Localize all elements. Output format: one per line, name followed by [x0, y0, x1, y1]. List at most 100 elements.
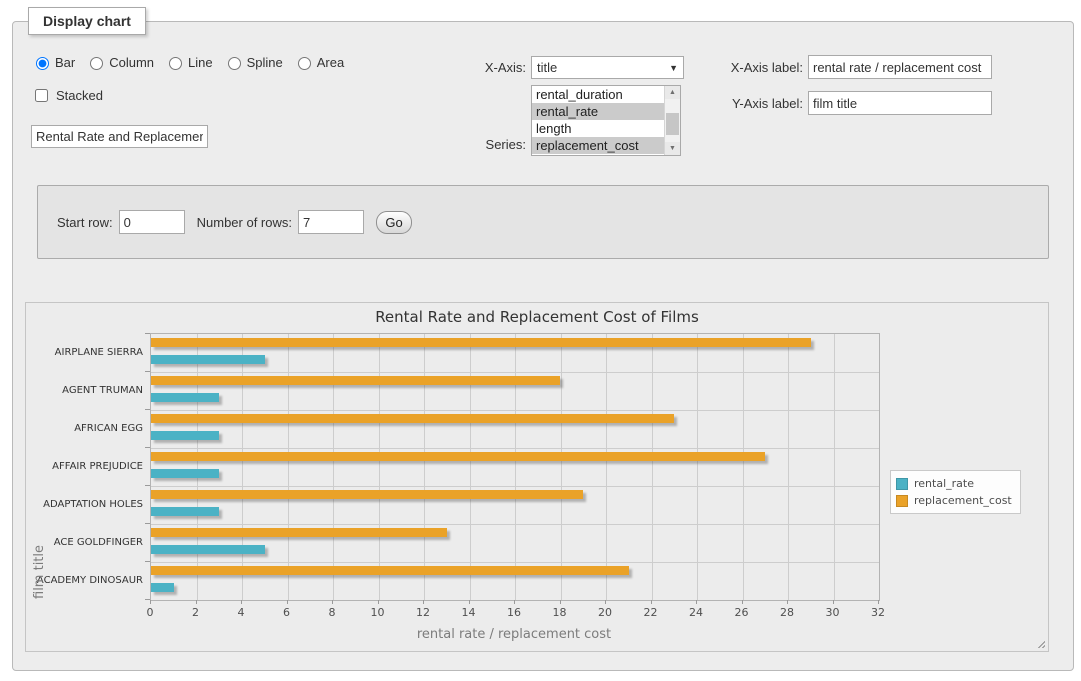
x-tickmark — [514, 600, 515, 604]
gridline — [151, 524, 879, 525]
legend-entry-replacement_cost: replacement_cost — [896, 492, 1012, 509]
bar-rental_rate[interactable] — [151, 431, 219, 440]
bar-rental_rate[interactable] — [151, 507, 219, 516]
series-row: Series: rental_durationrental_ratelength… — [466, 85, 681, 156]
x-axis-select[interactable]: title ▼ — [531, 56, 684, 79]
x-tickmark — [378, 600, 379, 604]
chart-type-radio-bar[interactable] — [36, 57, 49, 70]
chart-type-option-bar[interactable]: Bar — [31, 54, 75, 70]
chart-type-label: Spline — [247, 55, 283, 70]
bar-replacement_cost[interactable] — [151, 376, 560, 385]
resize-handle-icon[interactable] — [1035, 638, 1045, 648]
gridline — [652, 334, 653, 600]
x-tickmark — [651, 600, 652, 604]
stacked-checkbox-row[interactable]: Stacked — [31, 86, 103, 105]
x-tick-label: 20 — [590, 606, 620, 619]
num-rows-label: Number of rows: — [197, 215, 292, 230]
x-tickmark — [241, 600, 242, 604]
scroll-up-icon[interactable]: ▲ — [665, 86, 680, 99]
bar-rental_rate[interactable] — [151, 393, 219, 402]
gridline — [743, 334, 744, 600]
chart-type-radio-line[interactable] — [169, 57, 182, 70]
scrollbar-thumb[interactable] — [666, 113, 679, 135]
series-label-text: Series: — [466, 137, 526, 156]
bar-replacement_cost[interactable] — [151, 452, 765, 461]
chevron-down-icon: ▼ — [669, 63, 678, 73]
y-axis-title: film title — [32, 333, 47, 599]
legend-swatch-icon — [896, 495, 908, 507]
series-option-rental_duration[interactable]: rental_duration — [532, 86, 664, 103]
start-row-input[interactable] — [119, 210, 185, 234]
chart-type-option-line[interactable]: Line — [164, 54, 213, 70]
plot-area — [150, 333, 880, 601]
fieldset-legend: Display chart — [28, 7, 146, 35]
x-tickmark — [469, 600, 470, 604]
x-tickmark — [423, 600, 424, 604]
stacked-checkbox[interactable] — [35, 89, 48, 102]
y-tickmark — [145, 371, 150, 372]
chart-type-radio-area[interactable] — [298, 57, 311, 70]
gridline — [606, 334, 607, 600]
go-button[interactable]: Go — [376, 211, 412, 234]
gridline — [424, 334, 425, 600]
x-tickmark — [196, 600, 197, 604]
bar-replacement_cost[interactable] — [151, 490, 583, 499]
y-tickmark — [145, 561, 150, 562]
chart-type-label: Area — [317, 55, 344, 70]
y-tickmark — [145, 485, 150, 486]
series-option-rental_rate[interactable]: rental_rate — [532, 103, 664, 120]
gridline — [379, 334, 380, 600]
x-tickmark — [560, 600, 561, 604]
bar-replacement_cost[interactable] — [151, 566, 629, 575]
bar-rental_rate[interactable] — [151, 545, 265, 554]
x-tickmark — [833, 600, 834, 604]
chart-type-radio-spline[interactable] — [228, 57, 241, 70]
bar-replacement_cost[interactable] — [151, 414, 674, 423]
display-chart-fieldset: Display chart BarColumnLineSplineArea St… — [12, 21, 1074, 671]
x-axis-selected-value: title — [537, 60, 557, 75]
gridline — [242, 334, 243, 600]
x-tick-label: 8 — [317, 606, 347, 619]
scroll-down-icon[interactable]: ▼ — [665, 142, 680, 155]
bar-rental_rate[interactable] — [151, 583, 174, 592]
x-tickmark — [878, 600, 879, 604]
y-axis-label-caption: Y-Axis label: — [718, 96, 803, 111]
gridline — [151, 562, 879, 563]
chart-type-option-column[interactable]: Column — [85, 54, 154, 70]
gridline — [151, 448, 879, 449]
bar-rental_rate[interactable] — [151, 469, 219, 478]
legend-series-name: rental_rate — [914, 477, 974, 490]
gridline — [834, 334, 835, 600]
gridline — [515, 334, 516, 600]
gridline — [288, 334, 289, 600]
stacked-label: Stacked — [56, 88, 103, 103]
bar-replacement_cost[interactable] — [151, 338, 811, 347]
series-option-length[interactable]: length — [532, 120, 664, 137]
gridline — [151, 486, 879, 487]
series-scrollbar[interactable]: ▲ ▼ — [664, 86, 680, 155]
chart-type-option-area[interactable]: Area — [293, 54, 344, 70]
x-tick-label: 26 — [727, 606, 757, 619]
x-tick-label: 18 — [545, 606, 575, 619]
bar-replacement_cost[interactable] — [151, 528, 447, 537]
x-axis-row: X-Axis: title ▼ — [466, 56, 684, 79]
chart-title-input[interactable] — [31, 125, 208, 148]
x-tick-label: 30 — [818, 606, 848, 619]
gridline — [151, 410, 879, 411]
x-tickmark — [150, 600, 151, 604]
x-tickmark — [332, 600, 333, 604]
chart-type-radio-column[interactable] — [90, 57, 103, 70]
x-axis-label-input[interactable] — [808, 55, 992, 79]
num-rows-input[interactable] — [298, 210, 364, 234]
series-option-replacement_cost[interactable]: replacement_cost — [532, 137, 664, 154]
x-tick-label: 6 — [272, 606, 302, 619]
chart-type-option-spline[interactable]: Spline — [223, 54, 283, 70]
gridline — [470, 334, 471, 600]
start-row-label: Start row: — [57, 215, 113, 230]
bar-rental_rate[interactable] — [151, 355, 265, 364]
y-axis-label-input[interactable] — [808, 91, 992, 115]
chart-type-label: Column — [109, 55, 154, 70]
x-tickmark — [787, 600, 788, 604]
series-listbox[interactable]: rental_durationrental_ratelengthreplacem… — [531, 85, 681, 156]
x-axis-label-text: X-Axis: — [466, 60, 526, 75]
